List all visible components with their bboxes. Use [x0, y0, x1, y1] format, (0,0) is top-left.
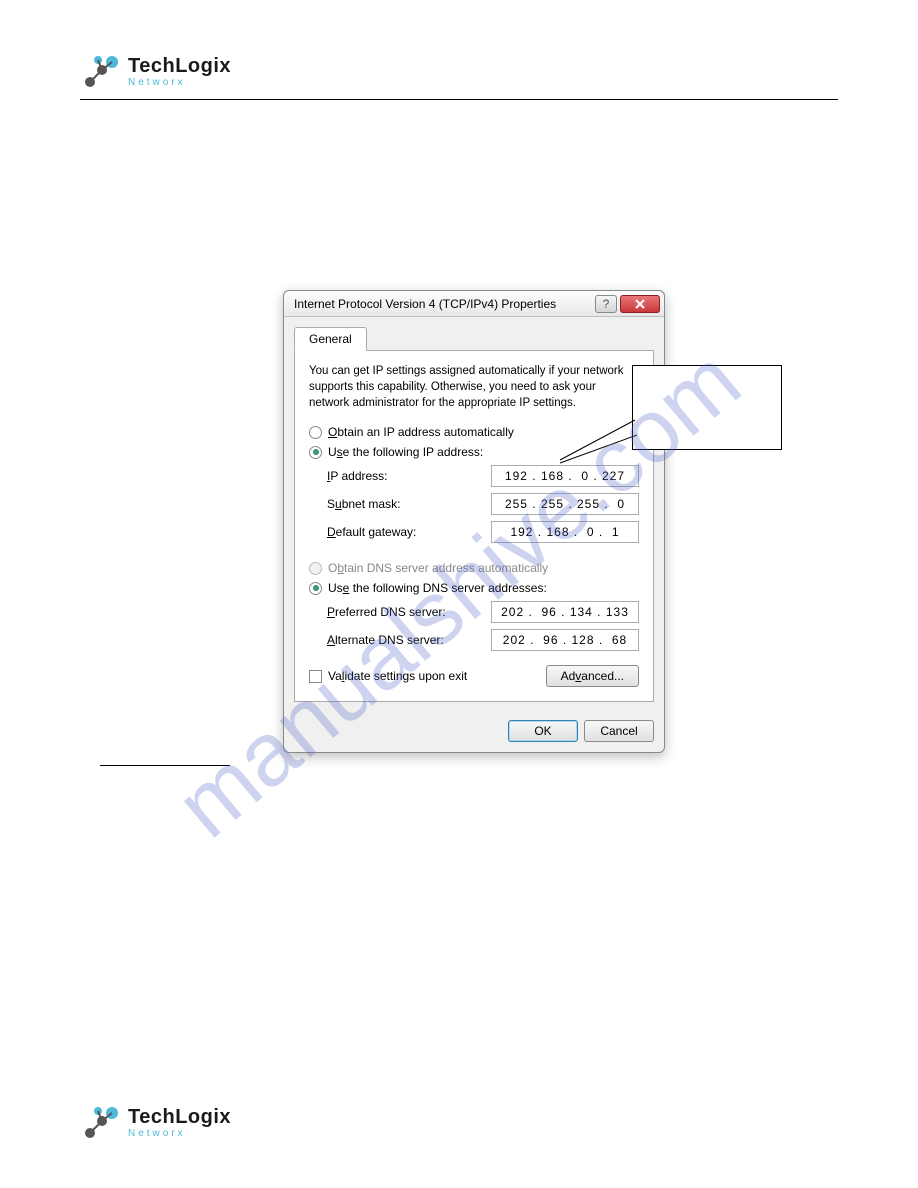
page-footer: TechLogix Networx	[80, 1103, 838, 1143]
radio-use-following-ip[interactable]: Use the following IP address:	[309, 445, 639, 459]
ipv4-properties-dialog: Internet Protocol Version 4 (TCP/IPv4) P…	[283, 290, 665, 753]
radio-use-following-dns[interactable]: Use the following DNS server addresses:	[309, 581, 639, 595]
ip-address-label: IP address:	[327, 469, 491, 483]
brand-subtitle: Networx	[128, 78, 231, 88]
radio-icon	[309, 562, 322, 575]
close-icon	[634, 299, 646, 309]
brand-name: TechLogix	[128, 1107, 231, 1127]
default-gateway-label: Default gateway:	[327, 525, 491, 539]
alternate-dns-label: Alternate DNS server:	[327, 633, 491, 647]
radio-label: Obtain DNS server address automatically	[328, 561, 548, 575]
tab-general[interactable]: General	[294, 327, 367, 351]
brand-name: TechLogix	[128, 56, 231, 76]
radio-label: Use the following DNS server addresses:	[328, 581, 547, 595]
radio-icon	[309, 446, 322, 459]
radio-label: Use the following IP address:	[328, 445, 483, 459]
dialog-title: Internet Protocol Version 4 (TCP/IPv4) P…	[294, 297, 595, 311]
document-underline	[100, 765, 230, 766]
default-gateway-row: Default gateway:	[327, 521, 639, 543]
brand-logo: TechLogix Networx	[80, 52, 231, 92]
preferred-dns-row: Preferred DNS server:	[327, 601, 639, 623]
radio-icon	[309, 426, 322, 439]
ok-button[interactable]: OK	[508, 720, 578, 742]
preferred-dns-label: Preferred DNS server:	[327, 605, 491, 619]
subnet-mask-row: Subnet mask:	[327, 493, 639, 515]
alternate-dns-input[interactable]	[491, 629, 639, 651]
checkbox-icon	[309, 670, 322, 683]
advanced-button[interactable]: Advanced...	[546, 665, 639, 687]
preferred-dns-input[interactable]	[491, 601, 639, 623]
radio-obtain-ip-auto[interactable]: Obtain an IP address automatically	[309, 425, 639, 439]
ip-address-input[interactable]	[491, 465, 639, 487]
validate-settings-checkbox[interactable]: Validate settings upon exit	[309, 669, 467, 683]
subnet-mask-input[interactable]	[491, 493, 639, 515]
default-gateway-input[interactable]	[491, 521, 639, 543]
brand-subtitle: Networx	[128, 1129, 231, 1139]
cancel-button[interactable]: Cancel	[584, 720, 654, 742]
brand-icon	[80, 1103, 120, 1143]
radio-label: Obtain an IP address automatically	[328, 425, 514, 439]
alternate-dns-row: Alternate DNS server:	[327, 629, 639, 651]
ip-address-row: IP address:	[327, 465, 639, 487]
brand-logo-footer: TechLogix Networx	[80, 1103, 231, 1143]
help-button[interactable]: ?	[595, 295, 617, 313]
page-header: TechLogix Networx	[80, 45, 838, 100]
title-bar: Internet Protocol Version 4 (TCP/IPv4) P…	[284, 291, 664, 317]
close-button[interactable]	[620, 295, 660, 313]
subnet-mask-label: Subnet mask:	[327, 497, 491, 511]
radio-obtain-dns-auto: Obtain DNS server address automatically	[309, 561, 639, 575]
callout-annotation	[632, 365, 782, 450]
help-text: You can get IP settings assigned automat…	[309, 363, 639, 411]
brand-icon	[80, 52, 120, 92]
checkbox-label: Validate settings upon exit	[328, 669, 467, 683]
radio-icon	[309, 582, 322, 595]
